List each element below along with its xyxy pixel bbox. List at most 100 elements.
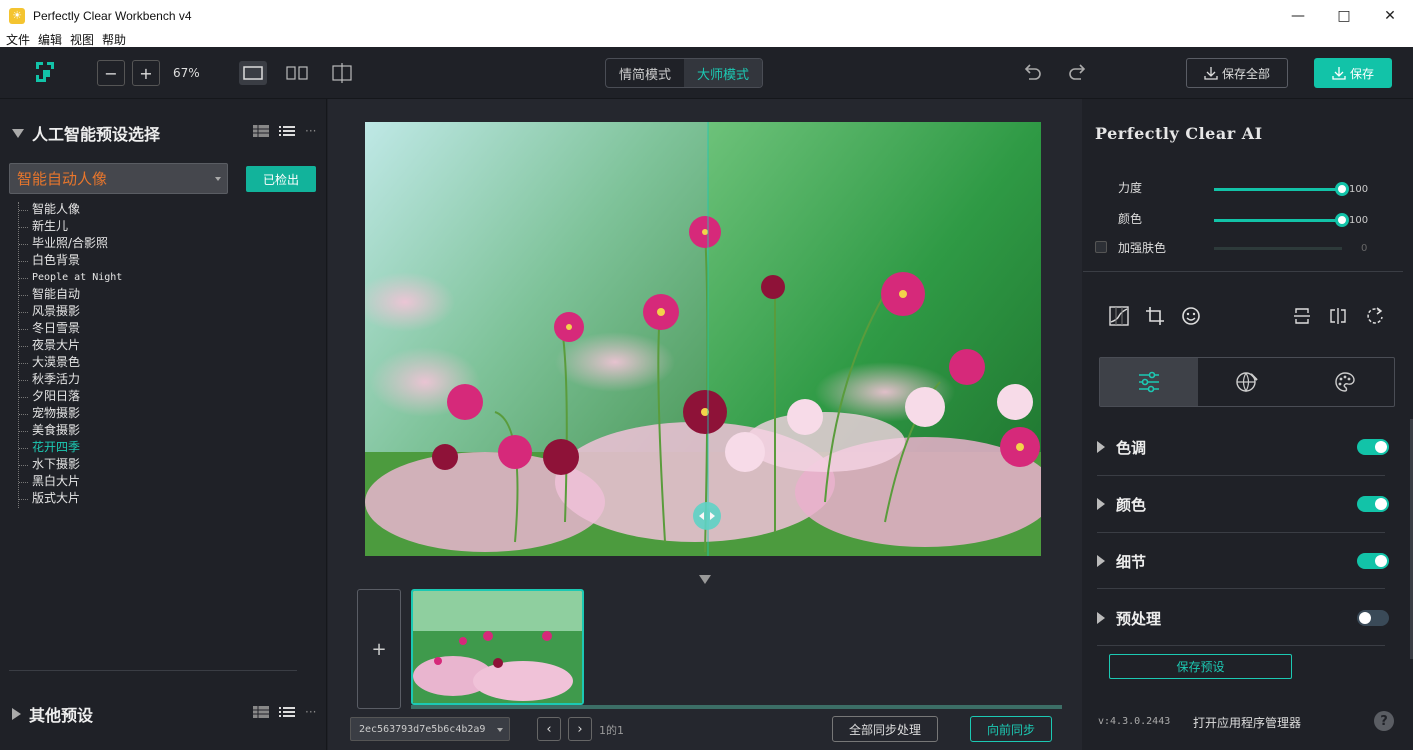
zoom-out-button[interactable]: − <box>97 60 125 86</box>
sync-forward-button[interactable]: 向前同步 <box>970 716 1052 742</box>
adjustment-detail[interactable]: 细节 <box>1097 546 1397 576</box>
preset-item[interactable]: 大漠景色 <box>19 355 122 372</box>
adjustment-color[interactable]: 颜色 <box>1097 489 1397 519</box>
preset-item[interactable]: 秋季活力 <box>19 372 122 389</box>
preset-item[interactable]: 黑白大片 <box>19 474 122 491</box>
tab-effects[interactable] <box>1296 358 1394 406</box>
strength-slider-knob[interactable] <box>1335 182 1349 196</box>
save-all-button[interactable]: 保存全部 <box>1186 58 1288 88</box>
tab-sliders[interactable] <box>1100 358 1198 406</box>
list-view-icon[interactable] <box>279 125 295 137</box>
preset-item[interactable]: 白色背景 <box>19 253 122 270</box>
image-workspace: + 2ec563793d7e5b6c4b2a9 ‹ › 1的1 全部同步处理 向… <box>328 99 1082 750</box>
sync-all-button[interactable]: 全部同步处理 <box>832 716 938 742</box>
strength-label: 力度 <box>1118 181 1143 195</box>
checkout-button[interactable]: 已检出 <box>246 166 316 192</box>
grid-view-icon[interactable] <box>253 125 269 137</box>
split-handle[interactable] <box>693 502 721 530</box>
preset-item[interactable]: 智能自动 <box>19 287 122 304</box>
single-view-button[interactable] <box>239 61 267 85</box>
expand-icon <box>1097 498 1105 510</box>
next-image-button[interactable]: › <box>568 717 592 741</box>
save-preset-button[interactable]: 保存预设 <box>1109 654 1292 679</box>
adjustment-preprocess-label: 预处理 <box>1116 609 1162 628</box>
preset-item[interactable]: 花开四季 <box>19 440 122 457</box>
image-thumbnail[interactable] <box>411 589 584 705</box>
main-photo[interactable] <box>365 122 1041 556</box>
adjustment-detail-label: 细节 <box>1116 552 1147 571</box>
undo-icon[interactable] <box>1021 62 1043 84</box>
preset-item[interactable]: 水下摄影 <box>19 457 122 474</box>
adjustment-tabs <box>1099 357 1395 407</box>
preset-item[interactable]: 美食摄影 <box>19 423 122 440</box>
other-preset-section-header[interactable]: 其他预设 <box>12 702 93 726</box>
preset-item[interactable]: 风景摄影 <box>19 304 122 321</box>
adjustment-tone-label: 色调 <box>1116 438 1147 457</box>
skin-enhance-slider[interactable] <box>1214 247 1342 250</box>
preset-item[interactable]: 毕业照/合影照 <box>19 236 122 253</box>
flip-vertical-icon[interactable] <box>1290 304 1314 328</box>
filmstrip-scrollbar[interactable] <box>411 705 1062 709</box>
more-options-icon[interactable]: ··· <box>305 124 316 138</box>
title-bar: ☀ Perfectly Clear Workbench v4 — □ ✕ <box>0 0 1413 31</box>
image-id-dropdown[interactable]: 2ec563793d7e5b6c4b2a9 <box>350 717 510 741</box>
adjustment-preprocess[interactable]: 预处理 <box>1097 603 1397 633</box>
section-divider <box>9 670 297 671</box>
color-slider[interactable] <box>1214 219 1342 222</box>
master-mode-tab[interactable]: 大师模式 <box>684 59 762 87</box>
skin-enhance-checkbox[interactable] <box>1095 241 1107 253</box>
side-by-side-button[interactable] <box>283 61 311 85</box>
help-icon[interactable]: ? <box>1374 711 1394 731</box>
tone-toggle[interactable] <box>1357 439 1389 455</box>
menu-edit[interactable]: 编辑 <box>38 31 62 48</box>
detail-toggle[interactable] <box>1357 553 1389 569</box>
preset-item[interactable]: 冬日雪景 <box>19 321 122 338</box>
preset-item[interactable]: 版式大片 <box>19 491 122 508</box>
close-button[interactable]: ✕ <box>1367 0 1413 31</box>
preset-dropdown[interactable]: 智能自动人像 <box>9 163 228 194</box>
preset-item[interactable]: 宠物摄影 <box>19 406 122 423</box>
flip-horizontal-icon[interactable] <box>1326 304 1350 328</box>
color-toggle[interactable] <box>1357 496 1389 512</box>
adjustment-divider <box>1097 475 1385 476</box>
adjustment-color-label: 颜色 <box>1116 495 1147 514</box>
zoom-in-button[interactable]: + <box>132 60 160 86</box>
list-view-icon[interactable] <box>279 706 295 718</box>
grid-view-icon[interactable] <box>253 706 269 718</box>
version-label: v:4.3.0.2443 <box>1098 716 1171 727</box>
preset-item[interactable]: 智能人像 <box>19 202 122 219</box>
globe-brush-icon <box>1236 372 1258 393</box>
tab-looks[interactable] <box>1198 358 1296 406</box>
curves-icon[interactable] <box>1107 304 1131 328</box>
add-image-button[interactable]: + <box>357 589 401 709</box>
redo-icon[interactable] <box>1067 62 1089 84</box>
face-icon[interactable] <box>1179 304 1203 328</box>
split-arrows-icon <box>699 512 715 520</box>
strength-slider[interactable] <box>1214 188 1342 191</box>
maximize-button[interactable]: □ <box>1321 0 1367 31</box>
selected-preset: 智能自动人像 <box>17 170 108 188</box>
simple-mode-tab[interactable]: 情简模式 <box>606 59 684 87</box>
minimize-button[interactable]: — <box>1275 0 1321 31</box>
app-manager-link[interactable]: 打开应用程序管理器 <box>1193 714 1301 731</box>
menu-help[interactable]: 帮助 <box>102 31 126 48</box>
rotate-icon[interactable] <box>1363 304 1387 328</box>
save-button[interactable]: 保存 <box>1314 58 1392 88</box>
panel-divider <box>1083 271 1403 272</box>
preset-item[interactable]: 夜景大片 <box>19 338 122 355</box>
preset-item[interactable]: People at Night <box>19 270 122 287</box>
menu-file[interactable]: 文件 <box>6 31 30 48</box>
ai-preset-section-header[interactable]: 人工智能预设选择 <box>12 121 160 145</box>
preset-item[interactable]: 新生儿 <box>19 219 122 236</box>
preprocess-toggle[interactable] <box>1357 610 1389 626</box>
preset-item[interactable]: 夕阳日落 <box>19 389 122 406</box>
more-options-icon[interactable]: ··· <box>305 705 316 719</box>
app-logo-icon[interactable] <box>34 60 56 84</box>
crop-icon[interactable] <box>1143 304 1167 328</box>
split-view-button[interactable] <box>328 61 356 85</box>
menu-view[interactable]: 视图 <box>70 31 94 48</box>
prev-image-button[interactable]: ‹ <box>537 717 561 741</box>
adjustment-tone[interactable]: 色调 <box>1097 432 1397 462</box>
filmstrip-toggle-icon[interactable] <box>699 575 711 584</box>
color-slider-knob[interactable] <box>1335 213 1349 227</box>
